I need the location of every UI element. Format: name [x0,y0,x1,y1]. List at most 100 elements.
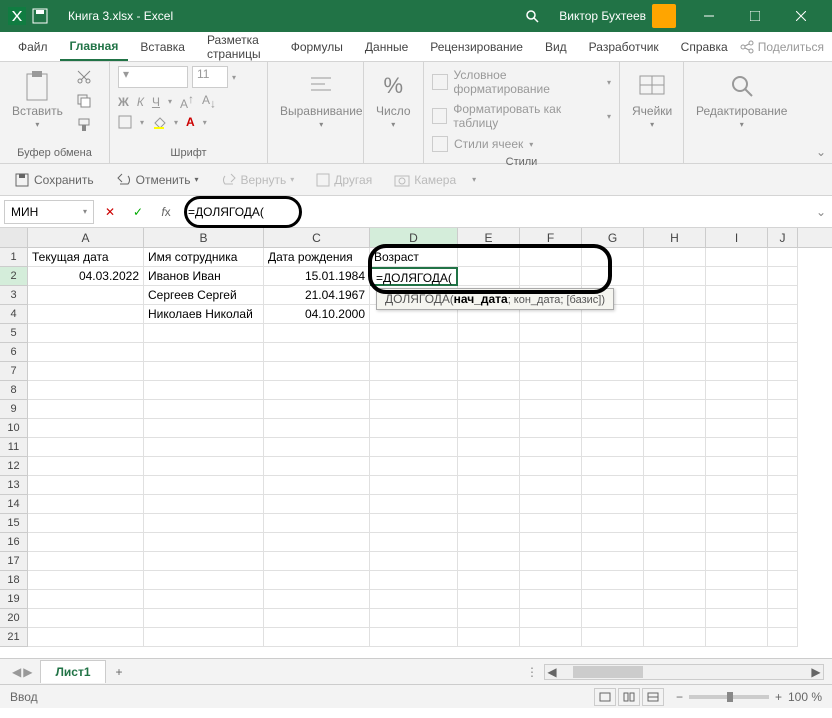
cell[interactable] [644,514,706,533]
cell[interactable] [582,324,644,343]
cell[interactable] [706,476,768,495]
decrease-font-button[interactable]: A↓ [202,93,216,110]
cell[interactable] [458,571,520,590]
copy-button[interactable] [73,90,95,112]
cell[interactable] [582,495,644,514]
cell[interactable] [582,571,644,590]
column-header[interactable]: D [370,228,458,247]
cell[interactable] [706,609,768,628]
row-header[interactable]: 16 [0,533,28,552]
cell[interactable] [520,267,582,286]
cell[interactable] [28,381,144,400]
add-sheet-button[interactable]: + [106,661,133,683]
cell[interactable] [706,343,768,362]
cell[interactable] [28,362,144,381]
cell[interactable] [582,267,644,286]
cell[interactable] [644,362,706,381]
cell[interactable] [582,400,644,419]
cell[interactable] [644,571,706,590]
cell[interactable] [582,476,644,495]
cell[interactable] [644,495,706,514]
cell[interactable]: Иванов Иван [144,267,264,286]
cell[interactable]: Возраст [370,248,458,267]
cell[interactable] [768,533,798,552]
horizontal-scrollbar[interactable]: ◀ ▶ [544,664,824,680]
row-header[interactable]: 11 [0,438,28,457]
cell[interactable] [144,343,264,362]
cell[interactable] [370,400,458,419]
cell[interactable] [768,609,798,628]
cell[interactable] [706,324,768,343]
cell[interactable] [706,381,768,400]
function-tooltip[interactable]: ДОЛЯГОДА(нач_дата; кон_дата; [базис]) [376,288,614,310]
cell[interactable] [458,476,520,495]
cell[interactable] [520,419,582,438]
row-header[interactable]: 10 [0,419,28,438]
cell[interactable] [144,590,264,609]
cell[interactable] [370,514,458,533]
column-header[interactable]: E [458,228,520,247]
cell[interactable] [768,248,798,267]
cell[interactable] [644,286,706,305]
cell[interactable] [706,495,768,514]
column-header[interactable]: C [264,228,370,247]
cell[interactable] [144,362,264,381]
font-color-button[interactable]: А [186,115,195,129]
row-header[interactable]: 9 [0,400,28,419]
cell[interactable] [644,457,706,476]
cell[interactable] [28,419,144,438]
column-header[interactable]: B [144,228,264,247]
tab-page-layout[interactable]: Разметка страницы [197,27,279,67]
cell[interactable] [644,628,706,647]
cell[interactable] [144,400,264,419]
cell[interactable] [768,571,798,590]
camera-button[interactable]: Камера [388,171,462,189]
tab-developer[interactable]: Разработчик [579,34,669,60]
row-header[interactable]: 19 [0,590,28,609]
cell[interactable] [458,609,520,628]
cell[interactable] [644,590,706,609]
cell[interactable] [520,495,582,514]
cell[interactable] [264,419,370,438]
cell[interactable] [768,286,798,305]
cell[interactable] [144,495,264,514]
number-format-button[interactable]: % Число ▾ [372,66,415,133]
cell[interactable] [28,514,144,533]
cell[interactable] [458,324,520,343]
cell[interactable]: Сергеев Сергей [144,286,264,305]
cancel-button[interactable]: ✕ [98,200,122,224]
cell[interactable] [370,476,458,495]
tab-help[interactable]: Справка [671,34,738,60]
cell[interactable] [28,438,144,457]
italic-button[interactable]: К [137,95,144,109]
cell[interactable] [706,267,768,286]
cell[interactable] [582,248,644,267]
row-header[interactable]: 3 [0,286,28,305]
search-icon[interactable] [525,9,539,23]
collapse-ribbon-button[interactable]: ⌄ [816,145,826,159]
cell[interactable] [582,609,644,628]
cell[interactable] [520,476,582,495]
cell[interactable] [458,248,520,267]
cell[interactable]: 21.04.1967 [264,286,370,305]
underline-button[interactable]: Ч [152,95,160,109]
redo-button[interactable]: Вернуть ▾ [215,170,301,190]
user-account[interactable]: Виктор Бухтеев [559,4,676,28]
cell[interactable] [644,476,706,495]
cell[interactable] [520,324,582,343]
cell[interactable] [768,438,798,457]
cell[interactable] [582,514,644,533]
cell[interactable] [582,533,644,552]
cell[interactable] [28,533,144,552]
cell[interactable] [768,457,798,476]
tab-formulas[interactable]: Формулы [281,34,353,60]
cell[interactable] [644,609,706,628]
cell[interactable] [768,419,798,438]
cell[interactable] [264,552,370,571]
cell[interactable] [582,362,644,381]
cell[interactable] [768,400,798,419]
cell[interactable] [370,362,458,381]
cell[interactable] [582,628,644,647]
cell[interactable] [644,343,706,362]
cell[interactable] [370,590,458,609]
